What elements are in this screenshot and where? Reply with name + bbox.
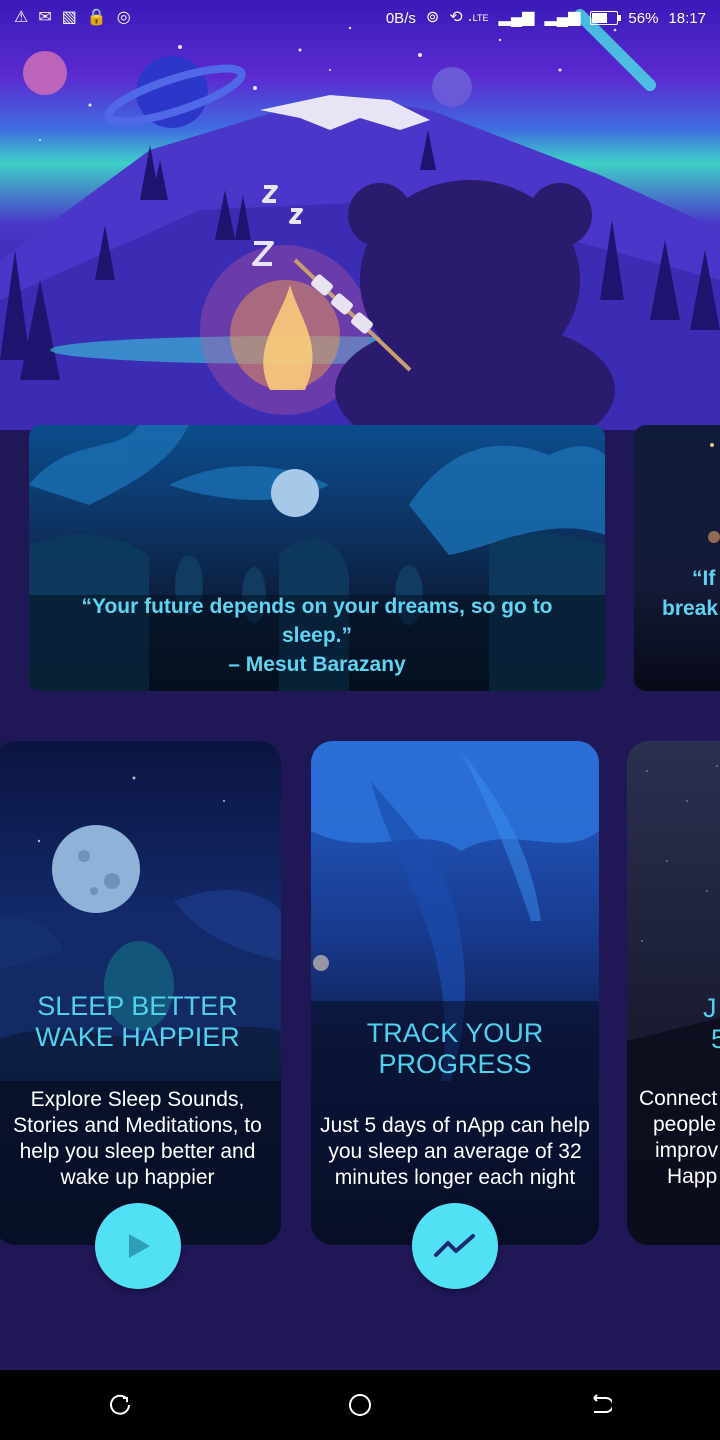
feature-next-title-line1: J bbox=[703, 993, 717, 1023]
status-left-icons: ⚠ ✉ ▧ 🔒 ◎ bbox=[14, 10, 131, 26]
home-icon bbox=[349, 1394, 371, 1416]
home-button[interactable] bbox=[330, 1375, 390, 1435]
back-button[interactable] bbox=[570, 1375, 630, 1435]
trend-icon bbox=[434, 1234, 475, 1257]
feature-description: Just 5 days of nApp can help you sleep a… bbox=[320, 1114, 590, 1189]
feature-next-desc-line4: Happ bbox=[667, 1165, 718, 1188]
cast-icon: ▧ bbox=[61, 9, 77, 26]
play-icon bbox=[129, 1234, 150, 1258]
quote-next-line1: “If bbox=[692, 567, 716, 590]
status-right: 0B/s ⊚ ⟲ LTE ▂▄▆ ▂▄▆ 56% 18:17 bbox=[386, 10, 706, 27]
track-progress-button[interactable] bbox=[412, 1203, 498, 1289]
feature-next-desc-line2: people bbox=[653, 1113, 717, 1136]
feature-next-title-line2: 5 bbox=[711, 1024, 720, 1054]
quote-next-line2: break bbox=[662, 597, 719, 620]
feature-next-desc-line3: improv bbox=[655, 1139, 719, 1162]
rotate-icon: ⟲ bbox=[449, 9, 463, 26]
gmail-icon: ✉ bbox=[38, 9, 52, 26]
quote-text: “Your future depends on your dreams, so … bbox=[49, 592, 585, 679]
quote-card-next[interactable]: “If break bbox=[634, 425, 720, 691]
feature-description: Explore Sleep Sounds, Stories and Medita… bbox=[13, 1088, 262, 1189]
feature-title-line2: PROGRESS bbox=[378, 1049, 532, 1079]
hero-illustration bbox=[0, 0, 720, 430]
quote-card-next-art bbox=[708, 443, 720, 543]
signal-icon: ▂▄▆ bbox=[498, 9, 535, 26]
battery-icon bbox=[590, 11, 622, 25]
feature-card-sleep-better[interactable]: SLEEP BETTER WAKE HAPPIER Explore Sleep … bbox=[0, 741, 281, 1245]
feature-next-desc-line1: Connect bbox=[639, 1087, 718, 1110]
network-speed: 0B/s bbox=[385, 9, 416, 27]
lock-icon: 🔒 bbox=[86, 9, 107, 26]
play-button[interactable] bbox=[95, 1203, 181, 1289]
quote-card[interactable]: “Your future depends on your dreams, so … bbox=[29, 425, 605, 691]
battery-level bbox=[592, 13, 607, 23]
feature-title-line1: TRACK YOUR bbox=[366, 1018, 544, 1048]
system-nav-bar bbox=[0, 1370, 720, 1440]
battery-percent: 56% bbox=[628, 9, 659, 27]
warning-icon: ⚠ bbox=[14, 9, 29, 26]
feature-card-next[interactable]: J 5 Connect people improv Happ bbox=[627, 741, 720, 1245]
status-bar: ⚠ ✉ ▧ 🔒 ◎ 0B/s ⊚ ⟲ LTE ▂▄▆ ▂▄▆ 56% 18:17 bbox=[0, 0, 720, 36]
clock: 18:17 bbox=[668, 9, 706, 27]
feature-title-line2: WAKE HAPPIER bbox=[35, 1022, 240, 1052]
feature-title-line1: SLEEP BETTER bbox=[37, 991, 238, 1021]
signal-icon-2: ▂▄▆ bbox=[544, 9, 581, 26]
quote-body: “Your future depends on your dreams, so … bbox=[81, 595, 553, 647]
hotspot-icon: ⊚ bbox=[425, 9, 440, 26]
recent-apps-icon bbox=[110, 1394, 130, 1415]
quote-author: – Mesut Barazany bbox=[228, 653, 406, 676]
feature-card-track-progress[interactable]: TRACK YOUR PROGRESS Just 5 days of nApp … bbox=[311, 741, 599, 1245]
record-icon: ◎ bbox=[116, 9, 131, 26]
lte-label: LTE bbox=[472, 13, 489, 23]
feature-title: TRACK YOUR PROGRESS bbox=[311, 1018, 599, 1080]
recent-apps-button[interactable] bbox=[90, 1375, 150, 1435]
feature-title: SLEEP BETTER WAKE HAPPIER bbox=[0, 991, 281, 1053]
back-icon bbox=[593, 1394, 612, 1413]
